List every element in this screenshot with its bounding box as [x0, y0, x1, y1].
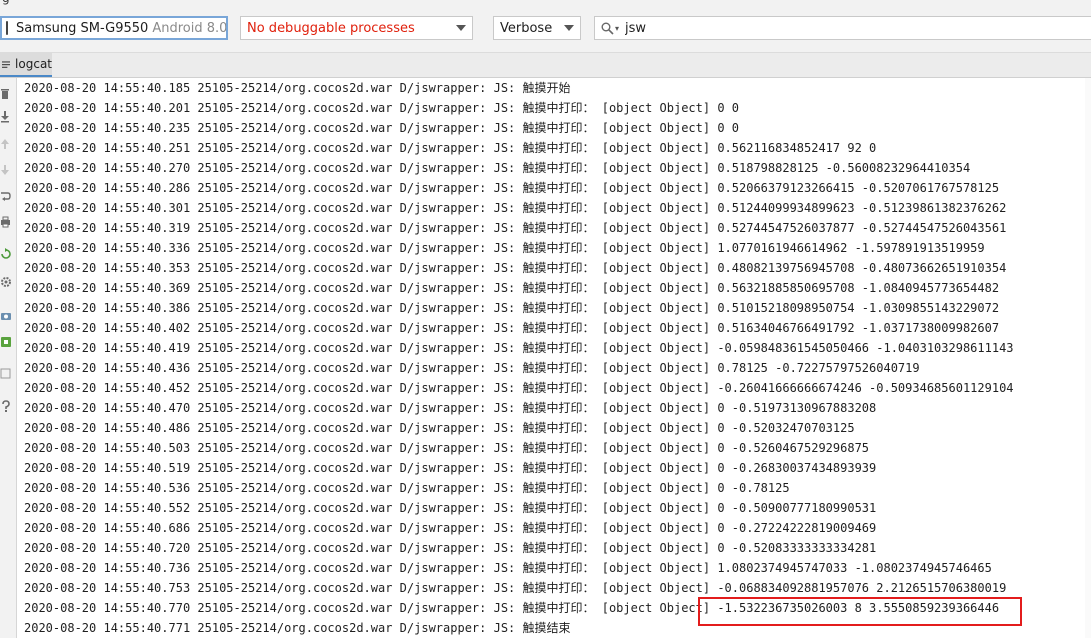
log-line[interactable]: 2020-08-20 14:55:40.771 25105-25214/org.… [24, 618, 571, 638]
device-name: Samsung SM-G9550 [16, 20, 149, 36]
logcat-side-toolbar [0, 78, 17, 638]
help-icon[interactable] [0, 400, 12, 412]
device-dropdown[interactable]: Samsung SM-G9550 Android 8.0 [0, 16, 228, 40]
logcat-output[interactable]: 2020-08-20 14:55:40.185 25105-25214/org.… [17, 78, 1091, 638]
chevron-down-icon [564, 25, 574, 31]
list-icon [2, 60, 11, 68]
log-line[interactable]: 2020-08-20 14:55:40.470 25105-25214/org.… [24, 398, 876, 418]
process-dropdown[interactable]: No debuggable processes [240, 16, 473, 40]
log-line[interactable]: 2020-08-20 14:55:40.452 25105-25214/org.… [24, 378, 1014, 398]
print-icon[interactable] [0, 216, 12, 228]
log-line[interactable]: 2020-08-20 14:55:40.753 25105-25214/org.… [24, 578, 1006, 598]
chevron-down-icon [456, 25, 466, 31]
log-line[interactable]: 2020-08-20 14:55:40.686 25105-25214/org.… [24, 518, 876, 538]
log-line[interactable]: 2020-08-20 14:55:40.235 25105-25214/org.… [24, 118, 739, 138]
device-os: Android 8.0 [152, 20, 228, 36]
trash-icon[interactable] [0, 88, 12, 100]
tab-bar: logcat [0, 53, 1091, 78]
screen-record-icon[interactable] [0, 336, 12, 348]
log-line[interactable]: 2020-08-20 14:55:40.386 25105-25214/org.… [24, 298, 999, 318]
log-line[interactable]: 2020-08-20 14:55:40.419 25105-25214/org.… [24, 338, 1014, 358]
scroll-to-end-icon[interactable] [0, 111, 12, 123]
log-level-value: Verbose [500, 20, 553, 36]
log-line[interactable]: 2020-08-20 14:55:40.251 25105-25214/org.… [24, 138, 876, 158]
search-input[interactable] [625, 20, 1046, 36]
log-line[interactable]: 2020-08-20 14:55:40.353 25105-25214/org.… [24, 258, 1006, 278]
log-line[interactable]: 2020-08-20 14:55:40.201 25105-25214/org.… [24, 98, 739, 118]
phone-icon [6, 21, 8, 35]
layout-icon[interactable] [0, 368, 12, 380]
up-icon[interactable] [0, 138, 12, 150]
search-options-icon[interactable]: ▾ [615, 24, 619, 33]
down-icon[interactable] [0, 164, 12, 176]
log-line[interactable]: 2020-08-20 14:55:40.720 25105-25214/org.… [24, 538, 876, 558]
log-level-dropdown[interactable]: Verbose [493, 16, 581, 40]
search-field[interactable]: ▾ [594, 16, 1091, 40]
tab-label: logcat [15, 57, 52, 71]
log-line[interactable]: 2020-08-20 14:55:40.402 25105-25214/org.… [24, 318, 999, 338]
search-icon [601, 22, 614, 35]
restart-icon[interactable] [0, 248, 12, 260]
log-line[interactable]: 2020-08-20 14:55:40.503 25105-25214/org.… [24, 438, 869, 458]
log-line[interactable]: 2020-08-20 14:55:40.770 25105-25214/org.… [24, 598, 999, 618]
log-line[interactable]: 2020-08-20 14:55:40.486 25105-25214/org.… [24, 418, 855, 438]
screenshot-icon[interactable] [0, 310, 12, 322]
window-title-fragment: g [2, 0, 10, 5]
log-line[interactable]: 2020-08-20 14:55:40.301 25105-25214/org.… [24, 198, 1006, 218]
log-line[interactable]: 2020-08-20 14:55:40.286 25105-25214/org.… [24, 178, 999, 198]
log-line[interactable]: 2020-08-20 14:55:40.270 25105-25214/org.… [24, 158, 970, 178]
log-line[interactable]: 2020-08-20 14:55:40.536 25105-25214/org.… [24, 478, 790, 498]
log-line[interactable]: 2020-08-20 14:55:40.369 25105-25214/org.… [24, 278, 999, 298]
log-line[interactable]: 2020-08-20 14:55:40.436 25105-25214/org.… [24, 358, 920, 378]
log-line[interactable]: 2020-08-20 14:55:40.519 25105-25214/org.… [24, 458, 876, 478]
vertical-scrollbar[interactable] [1085, 78, 1091, 638]
log-line[interactable]: 2020-08-20 14:55:40.336 25105-25214/org.… [24, 238, 985, 258]
settings-icon[interactable] [0, 276, 12, 288]
process-label: No debuggable processes [247, 20, 415, 36]
tab-logcat[interactable]: logcat [0, 53, 52, 77]
logcat-toolbar: Samsung SM-G9550 Android 8.0 No debuggab… [0, 6, 1091, 53]
log-line[interactable]: 2020-08-20 14:55:40.552 25105-25214/org.… [24, 498, 876, 518]
soft-wrap-icon[interactable] [0, 190, 12, 202]
log-line[interactable]: 2020-08-20 14:55:40.185 25105-25214/org.… [24, 78, 571, 98]
log-line[interactable]: 2020-08-20 14:55:40.736 25105-25214/org.… [24, 558, 992, 578]
log-line[interactable]: 2020-08-20 14:55:40.319 25105-25214/org.… [24, 218, 1006, 238]
